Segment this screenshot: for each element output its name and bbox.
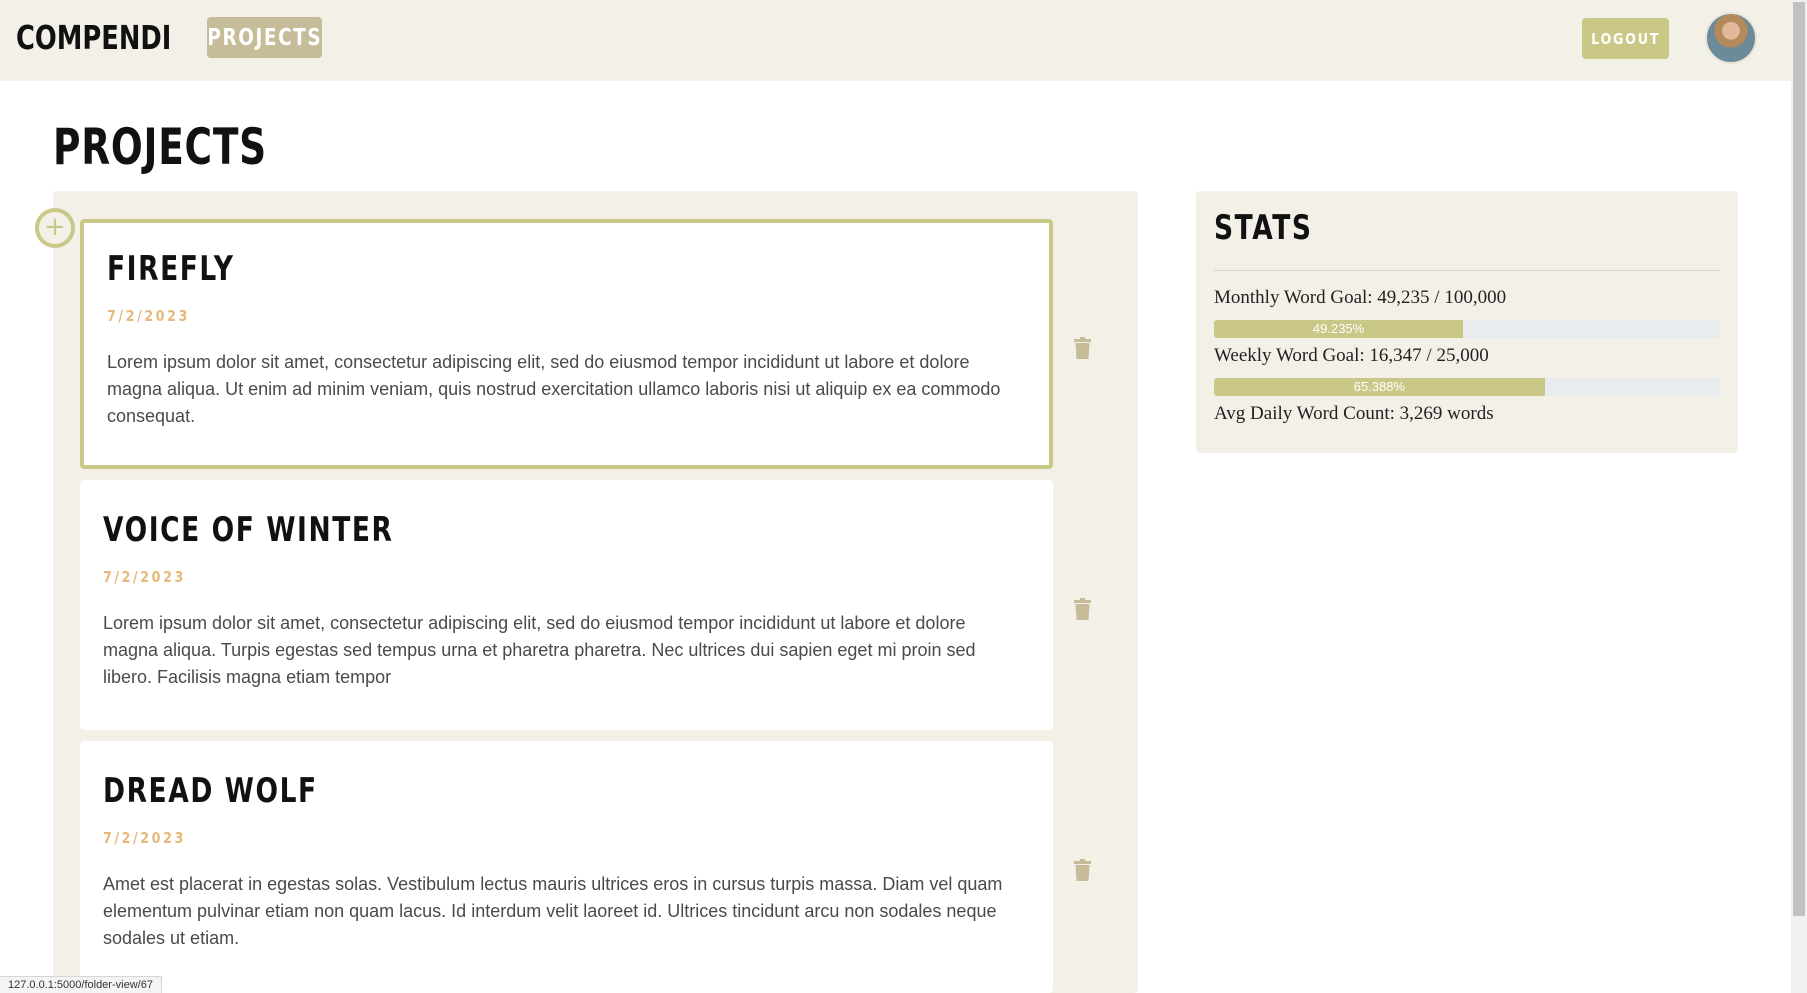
- trash-icon[interactable]: [1074, 859, 1091, 881]
- stats-panel: STATS Monthly Word Goal: 49,235 / 100,00…: [1196, 191, 1738, 453]
- project-card[interactable]: DREAD WOLF 7/2/2023 Amet est placerat in…: [80, 741, 1053, 993]
- avg-daily-word-count: Avg Daily Word Count: 3,269 words: [1214, 403, 1494, 424]
- project-description: Amet est placerat in egestas solas. Vest…: [103, 874, 1003, 948]
- brand-logo[interactable]: COMPENDI: [16, 18, 171, 57]
- logout-label: LOGOUT: [1590, 29, 1661, 48]
- page-title: PROJECTS: [53, 118, 267, 176]
- add-project-button[interactable]: +: [35, 208, 75, 248]
- trash-icon[interactable]: [1074, 598, 1091, 620]
- weekly-progress-bar: 65.388%: [1214, 378, 1720, 396]
- project-date: 7/2/2023: [103, 829, 186, 847]
- logout-button[interactable]: LOGOUT: [1582, 18, 1669, 59]
- trash-icon[interactable]: [1074, 337, 1091, 359]
- top-navbar: COMPENDI PROJECTS LOGOUT: [0, 0, 1791, 81]
- monthly-progress-bar: 49.235%: [1214, 320, 1720, 338]
- monthly-progress-fill: 49.235%: [1214, 320, 1464, 338]
- project-title: FIREFLY: [107, 249, 235, 289]
- project-card[interactable]: FIREFLY 7/2/2023 Lorem ipsum dolor sit a…: [80, 219, 1053, 469]
- project-date: 7/2/2023: [107, 307, 190, 325]
- project-date: 7/2/2023: [103, 568, 186, 586]
- project-description: Lorem ipsum dolor sit amet, consectetur …: [107, 352, 1001, 426]
- nav-projects-label: PROJECTS: [207, 24, 322, 51]
- monthly-word-goal: Monthly Word Goal: 49,235 / 100,000: [1214, 287, 1507, 308]
- project-title: DREAD WOLF: [103, 771, 318, 811]
- scrollbar-thumb[interactable]: [1793, 2, 1805, 916]
- project-title: VOICE OF WINTER: [103, 510, 394, 550]
- project-card[interactable]: VOICE OF WINTER 7/2/2023 Lorem ipsum dol…: [80, 480, 1053, 730]
- project-description: Lorem ipsum dolor sit amet, consectetur …: [103, 613, 976, 687]
- status-url: 127.0.0.1:5000/folder-view/67: [0, 976, 162, 993]
- user-avatar[interactable]: [1705, 12, 1757, 64]
- stats-title: STATS: [1214, 208, 1313, 248]
- nav-projects-link[interactable]: PROJECTS: [207, 17, 322, 58]
- weekly-word-goal: Weekly Word Goal: 16,347 / 25,000: [1214, 345, 1489, 366]
- weekly-progress-fill: 65.388%: [1214, 378, 1545, 396]
- stats-divider: [1214, 270, 1720, 271]
